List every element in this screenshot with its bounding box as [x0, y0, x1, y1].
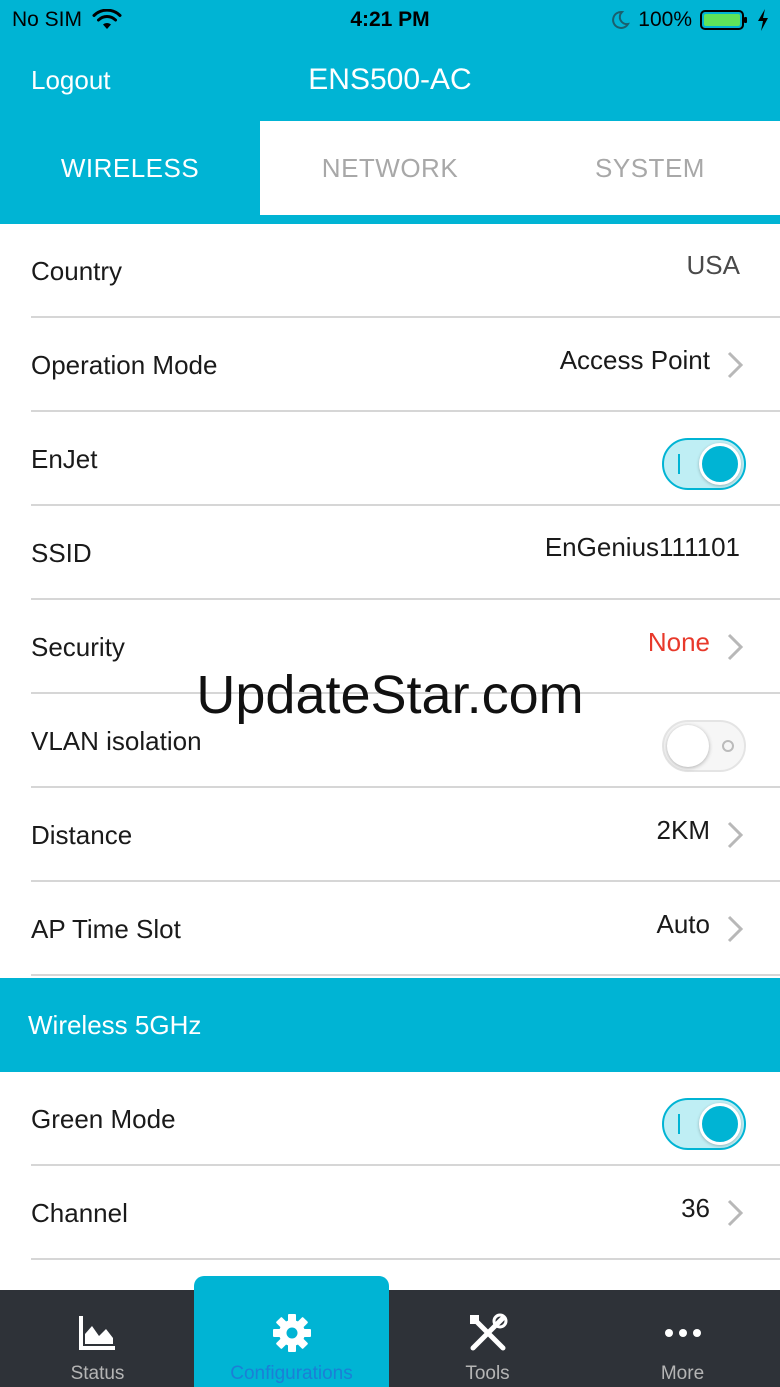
tab-wireless[interactable]: WIRELESS: [0, 121, 260, 215]
row-label: EnJet: [31, 443, 98, 474]
tabbar-item-more[interactable]: More: [585, 1290, 780, 1387]
battery-percent: 100%: [638, 8, 692, 31]
row-label: Operation Mode: [31, 349, 218, 380]
ssid-value: EnGenius111101: [544, 531, 740, 562]
bottom-tab-bar: Status Tools More: [0, 1290, 780, 1387]
status-right: 100%: [610, 8, 770, 32]
divider: [31, 974, 780, 976]
distance-value: 2KM: [656, 814, 710, 845]
chevron-right-icon: [727, 633, 744, 661]
row-enjet: EnJet: [0, 412, 780, 506]
tabbar-item-configurations[interactable]: Configurations: [194, 1276, 389, 1387]
chevron-right-icon: [727, 821, 744, 849]
channel-value: 36: [681, 1192, 710, 1223]
tabbar-label: More: [660, 1363, 705, 1384]
status-bar: No SIM 4:21 PM 100%: [0, 0, 780, 40]
section-header-wireless-5ghz: Wireless 5GHz: [0, 978, 780, 1072]
gear-icon: [273, 1314, 311, 1352]
row-label: AP Time Slot: [31, 913, 181, 944]
row-label: Security: [31, 631, 125, 662]
chevron-right-icon: [727, 915, 744, 943]
tab-underline: [0, 215, 780, 224]
chevron-right-icon: [727, 1199, 744, 1227]
row-label: VLAN isolation: [31, 725, 202, 756]
row-vlan-isolation: VLAN isolation: [0, 694, 780, 788]
page-title: ENS500-AC: [308, 63, 472, 96]
toggle-on-mark: [678, 454, 680, 474]
tab-system[interactable]: SYSTEM: [520, 121, 780, 215]
tabbar-label: Tools: [465, 1363, 510, 1384]
toggle-on-mark: [678, 1114, 680, 1134]
tabbar-label: Configurations: [230, 1363, 353, 1384]
green-mode-toggle[interactable]: [662, 1098, 746, 1150]
config-tabs: WIRELESS NETWORK SYSTEM: [0, 121, 780, 224]
row-security[interactable]: Security None: [0, 600, 780, 694]
charging-bolt-icon: [758, 9, 768, 31]
tab-network[interactable]: NETWORK: [260, 121, 520, 215]
tabbar-label: Status: [70, 1363, 125, 1384]
row-label: Distance: [31, 819, 133, 850]
tabbar-item-tools[interactable]: Tools: [390, 1290, 585, 1387]
enjet-toggle[interactable]: [662, 438, 746, 490]
app-header: No SIM 4:21 PM 100% Logout ENS500-AC: [0, 0, 780, 121]
row-ssid[interactable]: SSID EnGenius111101: [0, 506, 780, 600]
tabbar-item-status[interactable]: Status: [0, 1290, 195, 1387]
row-label: SSID: [31, 537, 92, 568]
row-channel[interactable]: Channel 36: [0, 1166, 780, 1260]
nav-bar: Logout ENS500-AC: [0, 44, 780, 118]
row-label: Country: [31, 255, 123, 286]
chevron-right-icon: [727, 351, 744, 379]
more-icon: [665, 1329, 701, 1337]
logout-button[interactable]: Logout: [31, 65, 111, 96]
divider: [31, 1258, 780, 1260]
row-green-mode: Green Mode: [0, 1072, 780, 1166]
row-operation-mode[interactable]: Operation Mode Access Point: [0, 318, 780, 412]
moon-icon: [612, 10, 631, 29]
toggle-off-mark: [722, 740, 734, 752]
row-label: Channel: [31, 1197, 128, 1228]
row-distance[interactable]: Distance 2KM: [0, 788, 780, 882]
tools-icon: [470, 1313, 508, 1351]
toggle-knob: [699, 443, 741, 485]
operation-mode-value: Access Point: [559, 344, 710, 375]
battery-icon: [700, 10, 747, 30]
vlan-isolation-toggle[interactable]: [662, 720, 746, 772]
ap-time-slot-value: Auto: [656, 908, 711, 939]
toggle-knob: [699, 1103, 741, 1145]
section-title: Wireless 5GHz: [28, 1009, 202, 1040]
row-ap-time-slot[interactable]: AP Time Slot Auto: [0, 882, 780, 976]
security-value: None: [647, 626, 710, 657]
country-value: USA: [686, 249, 740, 280]
chart-icon: [79, 1316, 115, 1350]
row-country: Country USA: [0, 224, 780, 318]
row-label: Green Mode: [31, 1103, 176, 1134]
toggle-knob: [667, 725, 709, 767]
